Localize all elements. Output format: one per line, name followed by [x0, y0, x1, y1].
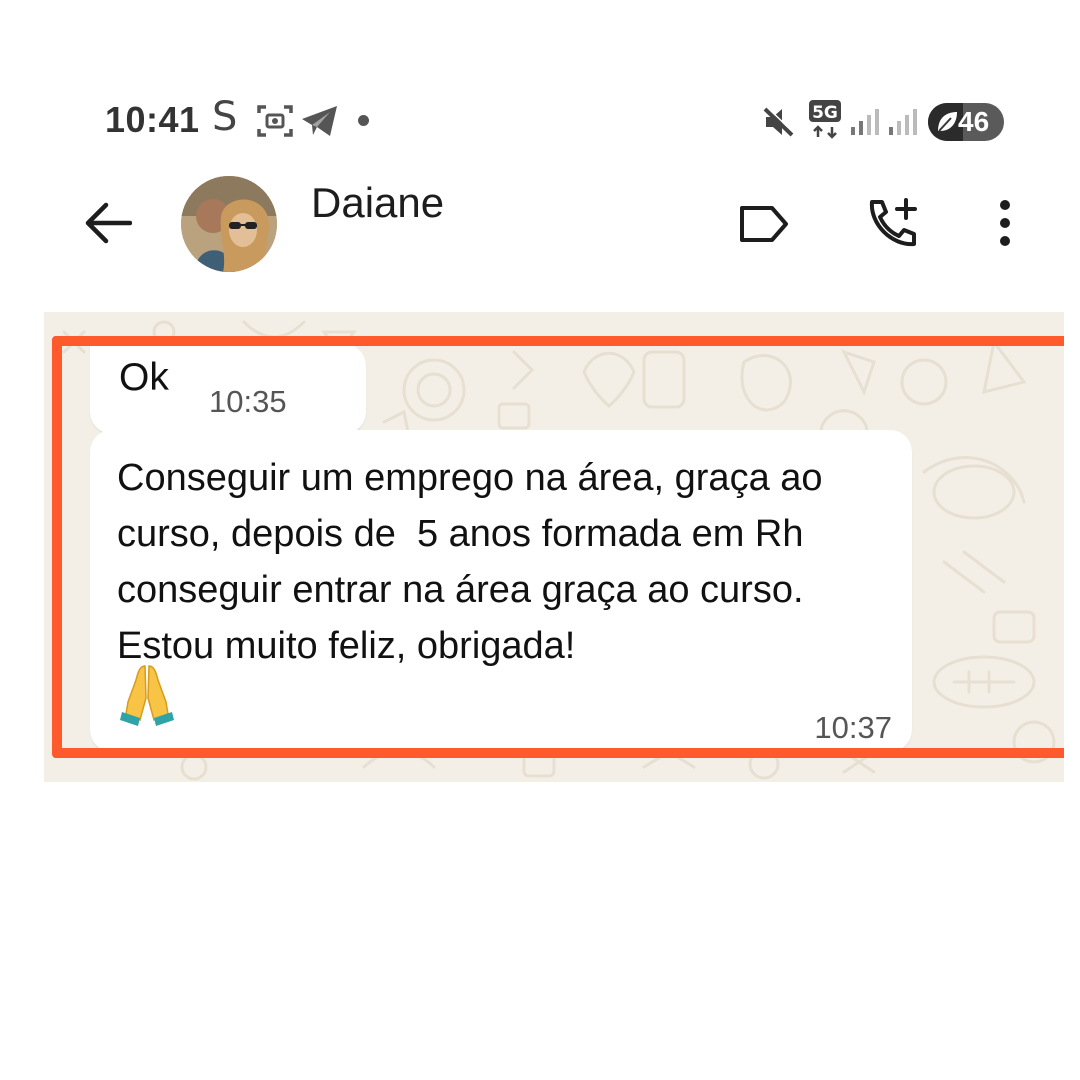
- chat-area[interactable]: Ok 10:35 Conseguir um emprego na área, g…: [44, 312, 1064, 782]
- label-icon[interactable]: [736, 203, 792, 250]
- contact-avatar[interactable]: [181, 176, 277, 272]
- more-options-icon[interactable]: [990, 199, 1020, 254]
- battery-indicator: 46: [928, 103, 1004, 141]
- battery-saver-leaf-icon: [938, 112, 957, 132]
- add-call-icon[interactable]: [864, 196, 922, 255]
- highlight-frame: [52, 336, 1064, 758]
- status-bar: 10:41 S 5G 46: [0, 94, 1080, 151]
- battery-level: 46: [958, 106, 990, 137]
- telegram-icon: [300, 104, 340, 143]
- status-time: 10:41: [105, 99, 200, 140]
- back-arrow-icon[interactable]: [84, 201, 133, 250]
- signal-2-icon: [888, 107, 918, 142]
- contact-name[interactable]: Daiane: [311, 179, 444, 227]
- mute-icon: [762, 106, 796, 143]
- signal-1-icon: [850, 107, 880, 142]
- chat-header: Daiane: [0, 165, 1080, 285]
- screenshot-icon: [256, 103, 294, 144]
- notification-dot-icon: [358, 115, 369, 126]
- network-5g-icon: 5G: [808, 99, 844, 144]
- network-5g-label: 5G: [812, 103, 838, 123]
- app-s-icon: S: [212, 94, 238, 140]
